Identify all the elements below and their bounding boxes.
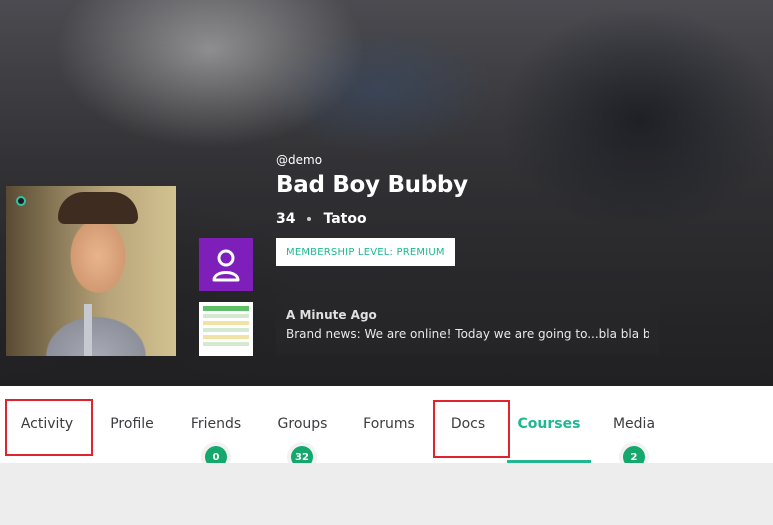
content-area: [0, 463, 773, 525]
tab-media[interactable]: Media 2: [611, 386, 657, 468]
profile-display-name: Bad Boy Bubby: [276, 172, 468, 198]
tab-label: Profile: [110, 416, 154, 432]
avatar-detail: [84, 304, 92, 356]
tab-label: Docs: [450, 416, 486, 432]
separator-dot: [307, 217, 312, 221]
tab-label: Friends: [190, 416, 242, 432]
document-thumbnail[interactable]: [199, 302, 253, 356]
profile-meta: 34 Tatoo: [276, 211, 367, 227]
tab-label: Courses: [517, 416, 581, 432]
tab-profile[interactable]: Profile: [107, 386, 157, 463]
update-time: A Minute Ago: [286, 308, 377, 322]
tab-groups[interactable]: Groups 32: [275, 386, 330, 468]
group-avatar[interactable]: [199, 238, 253, 291]
profile-interest: Tatoo: [323, 211, 367, 227]
latest-update-card[interactable]: A Minute Ago Brand news: We are online! …: [276, 298, 659, 354]
online-status-icon: [16, 196, 26, 206]
membership-badge: MEMBERSHIP LEVEL: PREMIUM: [276, 238, 455, 266]
tab-label: Media: [612, 416, 656, 432]
profile-avatar[interactable]: [6, 186, 176, 356]
tab-label: Activity: [20, 416, 74, 432]
tab-label: Groups: [277, 416, 328, 432]
user-icon: [212, 249, 240, 281]
profile-age: 34: [276, 211, 296, 227]
tab-activity[interactable]: Activity: [19, 386, 75, 463]
profile-nav: Activity Profile Friends 0 Groups 32 For…: [0, 386, 773, 468]
profile-cover: @demo Bad Boy Bubby 34 Tatoo MEMBERSHIP …: [0, 0, 773, 386]
tab-label: Forums: [363, 416, 415, 432]
tab-courses[interactable]: Courses: [507, 386, 591, 463]
tab-friends[interactable]: Friends 0: [187, 386, 245, 468]
tab-forums[interactable]: Forums: [361, 386, 417, 463]
profile-handle: @demo: [276, 153, 323, 167]
tab-docs[interactable]: Docs: [449, 386, 487, 463]
avatar-hair: [58, 192, 138, 224]
update-text: Brand news: We are online! Today we are …: [286, 327, 649, 341]
